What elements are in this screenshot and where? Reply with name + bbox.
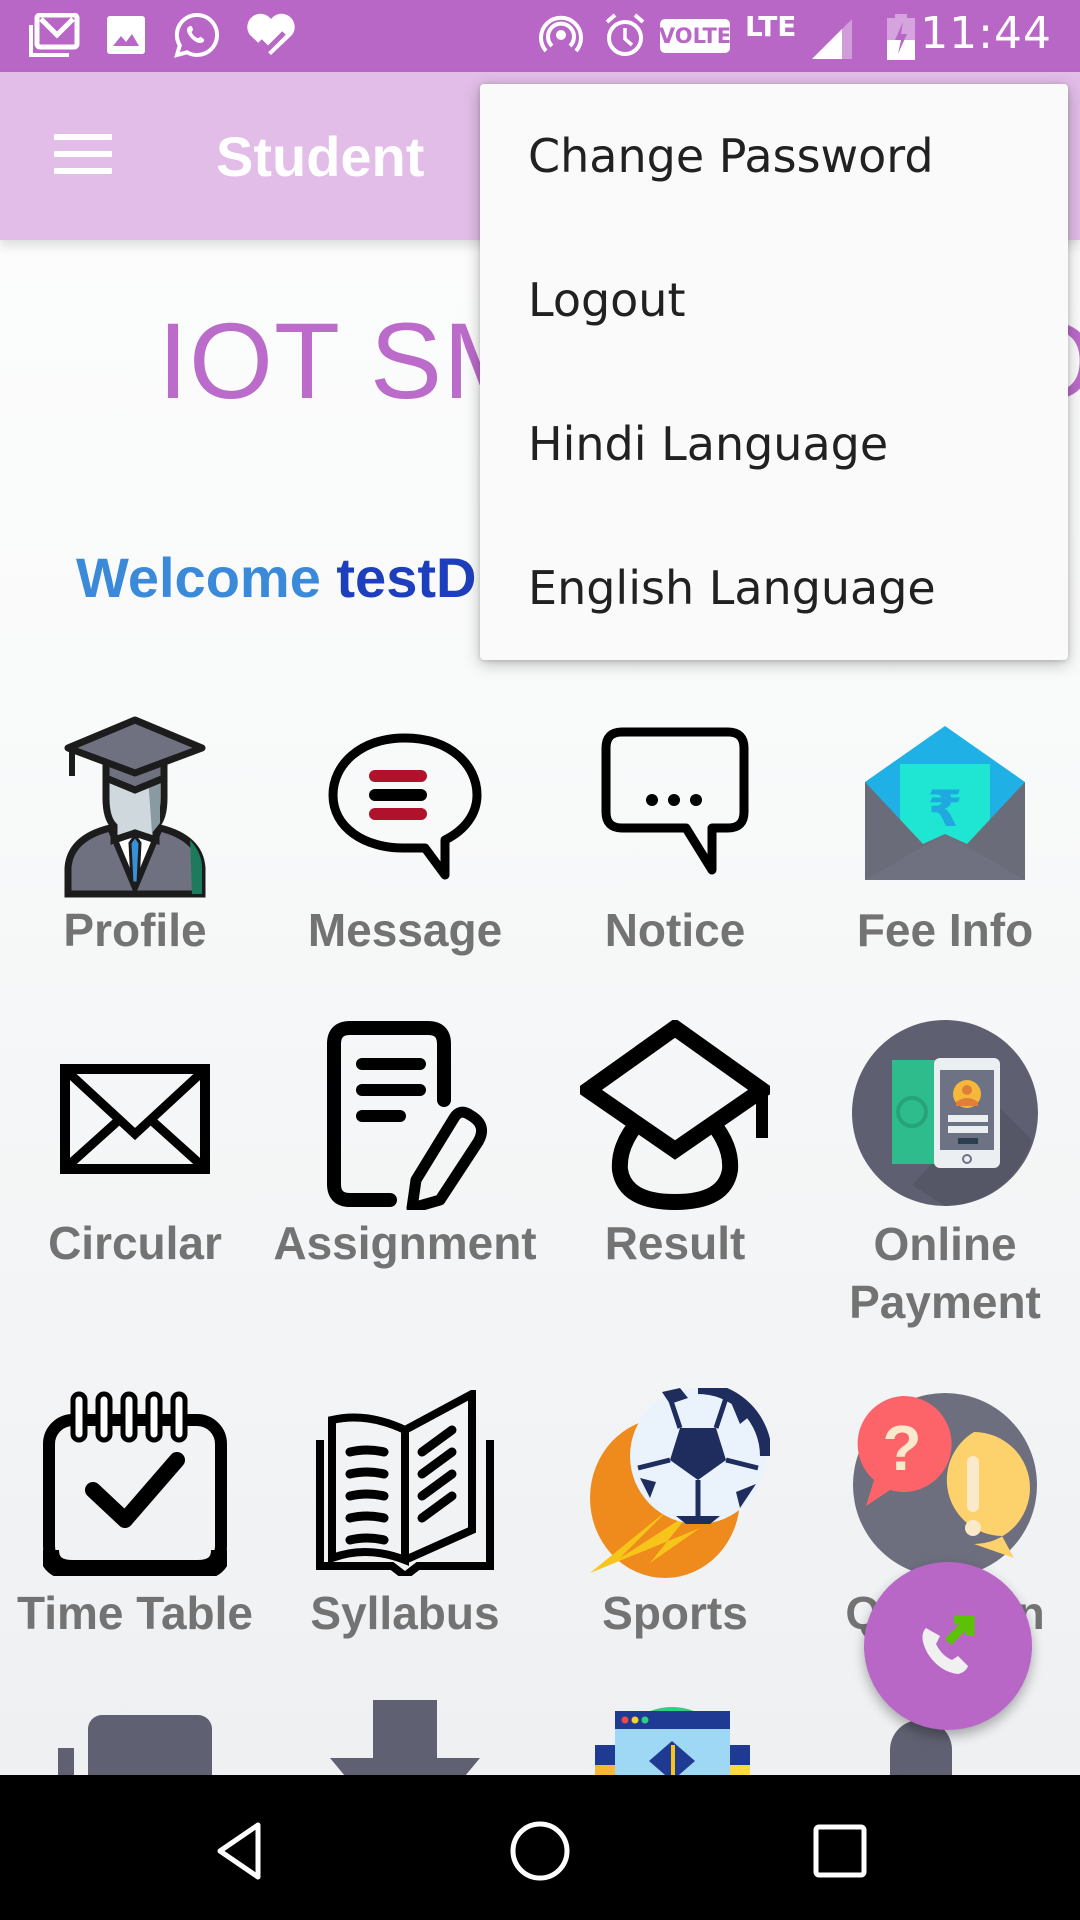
volte-badge: VOLTE	[659, 19, 731, 53]
back-button[interactable]	[200, 1811, 280, 1891]
tile-label: Assignment	[273, 1217, 537, 1269]
recents-button[interactable]	[800, 1811, 880, 1891]
lte-label: LTE	[745, 10, 797, 43]
tile-label: Sports	[602, 1587, 748, 1639]
partial-tile-icon[interactable]	[330, 1700, 480, 1776]
calendar-check-icon	[39, 1390, 231, 1581]
message-bubble-icon	[325, 730, 485, 885]
notice-bubble-icon	[600, 726, 750, 881]
tile-online-payment[interactable]: Online Payment	[810, 1010, 1080, 1340]
tile-circular[interactable]: Circular	[0, 1010, 270, 1330]
home-button[interactable]	[500, 1811, 580, 1891]
welcome-message: Welcome testD	[76, 545, 476, 610]
tile-label: Profile	[63, 904, 207, 956]
tile-notice[interactable]: Notice	[540, 700, 810, 960]
welcome-username: testD	[336, 546, 477, 609]
assignment-icon	[320, 1020, 490, 1215]
menu-item-english-language[interactable]: English Language	[480, 516, 1068, 660]
menu-item-change-password[interactable]: Change Password	[480, 84, 1068, 228]
partial-tile-icon[interactable]	[58, 1715, 218, 1795]
tile-message[interactable]: Message	[270, 700, 540, 960]
menu-item-hindi-language[interactable]: Hindi Language	[480, 372, 1068, 516]
tile-profile[interactable]: Profile	[0, 700, 270, 960]
tile-label: Circular	[48, 1217, 222, 1269]
call-fab-button[interactable]	[864, 1562, 1032, 1730]
whatsapp-icon	[172, 12, 222, 58]
gallery-icon	[106, 12, 146, 58]
clock: 11:44	[920, 8, 1052, 59]
graduation-cap-icon	[574, 1018, 776, 1215]
tile-syllabus[interactable]: Syllabus	[270, 1380, 540, 1640]
overflow-menu: Change Password Logout Hindi Language En…	[480, 84, 1068, 660]
recents-icon	[813, 1824, 867, 1878]
online-payment-icon	[852, 1020, 1038, 1211]
tile-sports[interactable]: Sports	[540, 1380, 810, 1640]
partial-tile-icon[interactable]	[585, 1705, 760, 1775]
signal-icon	[812, 14, 856, 60]
tile-label: Time Table	[16, 1587, 254, 1639]
football-icon	[580, 1382, 772, 1583]
tile-fee-info[interactable]: ₹ Fee Info	[810, 700, 1080, 960]
menu-item-logout[interactable]: Logout	[480, 228, 1068, 372]
screen: VOLTE LTE 11:44 Student IOT SMART SCHOOL…	[0, 0, 1080, 1920]
open-book-icon	[312, 1387, 498, 1582]
home-icon	[510, 1821, 570, 1881]
tile-time-table[interactable]: Time Table	[0, 1380, 270, 1640]
hotspot-icon	[538, 12, 584, 58]
tile-label: Result	[604, 1217, 746, 1269]
battery-charging-icon	[886, 14, 916, 60]
svg-text:?: ?	[882, 1412, 921, 1484]
gmail-icon	[26, 12, 82, 58]
tile-assignment[interactable]: Assignment	[270, 1010, 540, 1330]
tile-result[interactable]: Result	[540, 1010, 810, 1330]
fee-envelope-icon: ₹	[865, 726, 1025, 885]
back-icon	[217, 1822, 261, 1880]
tile-label: Syllabus	[310, 1587, 500, 1639]
app-title: Student	[216, 125, 425, 188]
svg-text:₹: ₹	[928, 781, 963, 837]
welcome-prefix: Welcome	[76, 546, 321, 609]
tile-label: Notice	[604, 904, 746, 956]
envelope-icon	[60, 1064, 210, 1179]
hamburger-icon[interactable]	[54, 134, 114, 178]
status-bar: VOLTE LTE 11:44	[0, 0, 1080, 72]
tile-label: Online Payment	[849, 1218, 1041, 1328]
graduate-profile-icon	[60, 708, 210, 903]
question-bubbles-icon: ?	[850, 1390, 1040, 1585]
tile-label: Message	[307, 904, 503, 956]
tile-label: Fee Info	[856, 904, 1034, 956]
alarm-icon	[602, 12, 648, 58]
call-outgoing-icon	[922, 1615, 975, 1674]
health-heart-icon	[244, 12, 298, 58]
navigation-bar	[0, 1775, 1080, 1920]
